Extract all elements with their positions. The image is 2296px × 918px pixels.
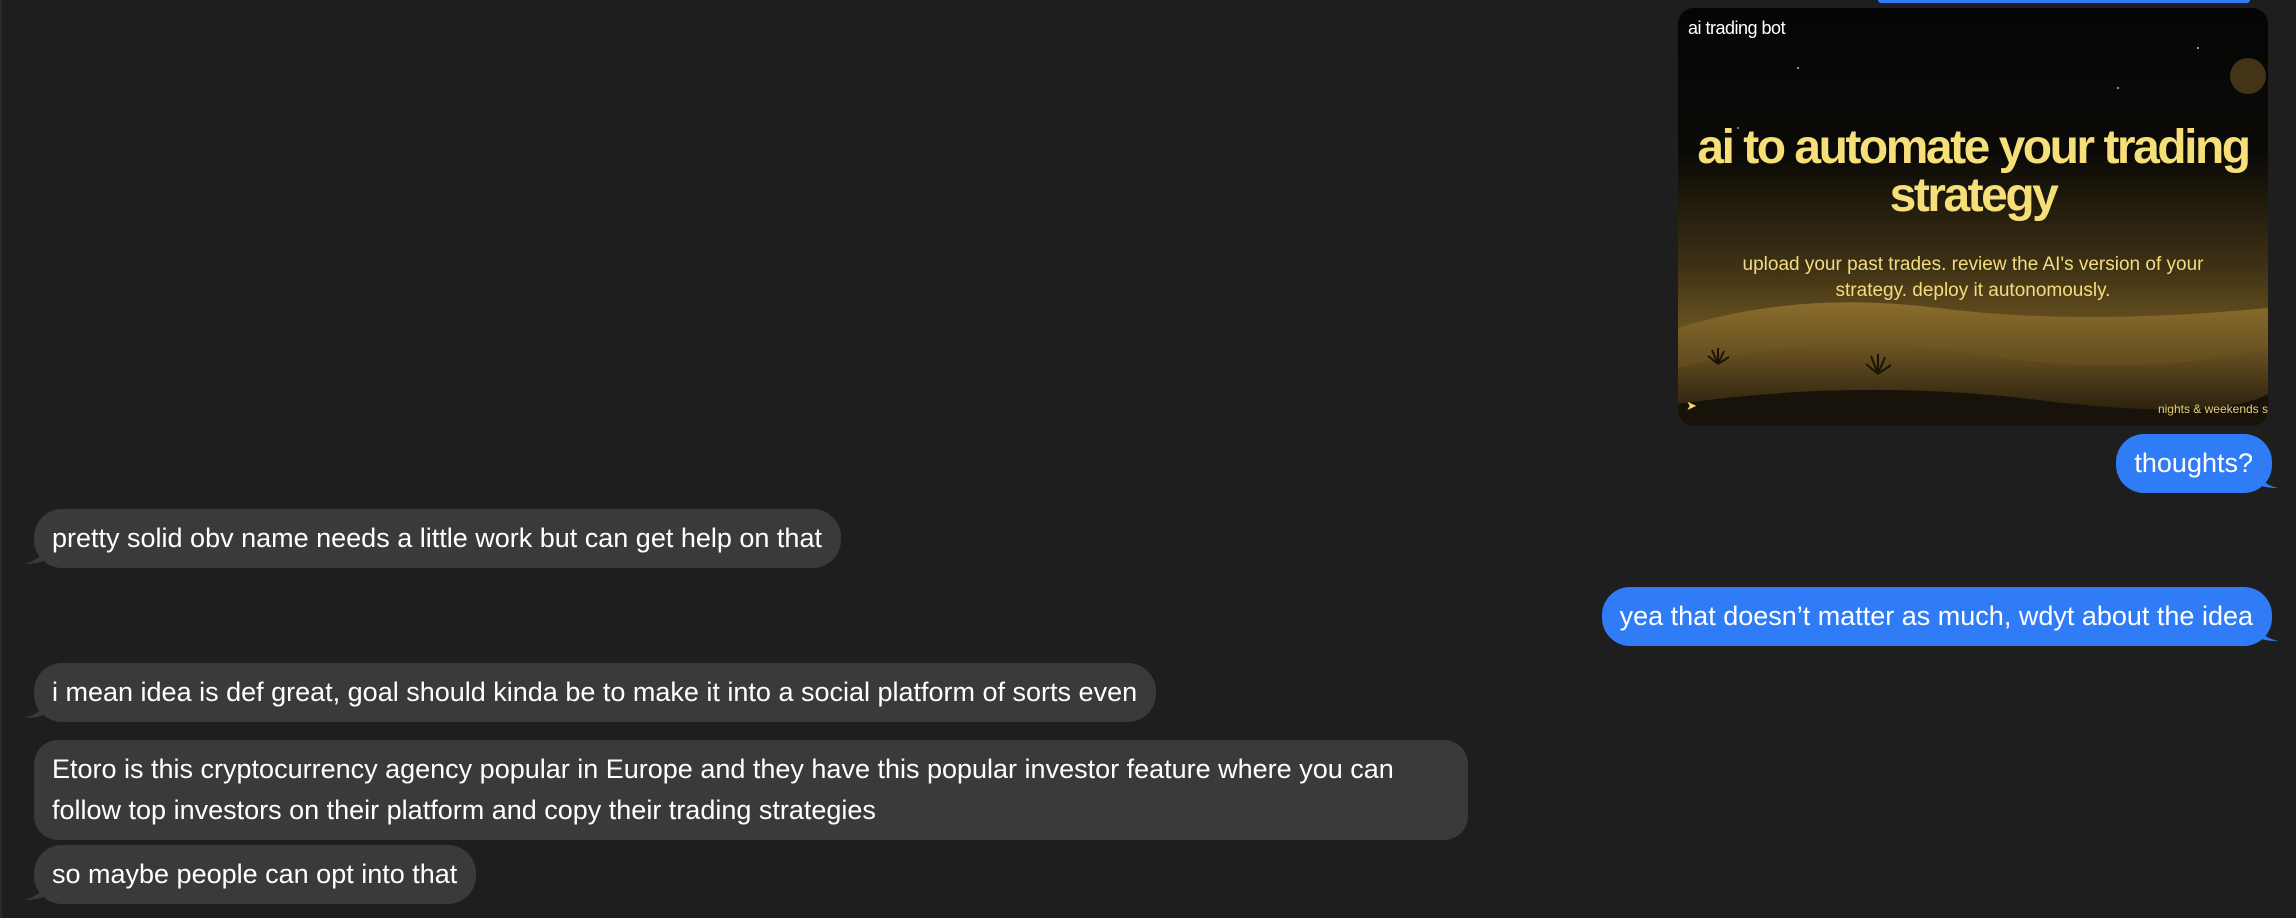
incoming-message[interactable]: Etoro is this cryptocurrency agency popu… xyxy=(34,740,1468,840)
bird-logo-icon: ➤ xyxy=(1686,398,1697,413)
message-text: pretty solid obv name needs a little wor… xyxy=(52,523,822,553)
image-headline: ai to automate your trading strategy xyxy=(1697,121,2251,222)
image-attachment[interactable]: ai trading bot ai to automate your tradi… xyxy=(1678,8,2268,426)
message-thread[interactable]: ai trading bot ai to automate your tradi… xyxy=(0,0,2296,918)
message-text: i mean idea is def great, goal should ki… xyxy=(52,677,1138,707)
incoming-message[interactable]: pretty solid obv name needs a little wor… xyxy=(34,509,841,568)
bubble-tail-icon xyxy=(24,542,46,564)
sidebar-divider xyxy=(0,0,2,918)
bubble-tail-icon xyxy=(2256,619,2278,641)
bubble-tail-icon xyxy=(2256,466,2278,488)
image-brand-label: ai trading bot xyxy=(1688,18,1786,38)
image-subtitle: upload your past trades. review the AI's… xyxy=(1742,254,2204,301)
image-footer-text: nights & weekends s xyxy=(2157,402,2268,416)
outgoing-message[interactable]: thoughts? xyxy=(2116,434,2272,493)
incoming-message[interactable]: i mean idea is def great, goal should ki… xyxy=(34,663,1157,722)
message-text: thoughts? xyxy=(2134,448,2253,478)
bubble-tail-icon xyxy=(24,696,46,718)
bubble-tail-icon xyxy=(24,878,46,900)
previous-message-edge xyxy=(1878,0,2250,3)
outgoing-message[interactable]: yea that doesn’t matter as much, wdyt ab… xyxy=(1601,587,2272,646)
message-text: Etoro is this cryptocurrency agency popu… xyxy=(52,754,1394,825)
message-text: yea that doesn’t matter as much, wdyt ab… xyxy=(1619,601,2253,631)
message-text: so maybe people can opt into that xyxy=(52,859,458,889)
incoming-message[interactable]: so maybe people can opt into that xyxy=(34,845,477,904)
